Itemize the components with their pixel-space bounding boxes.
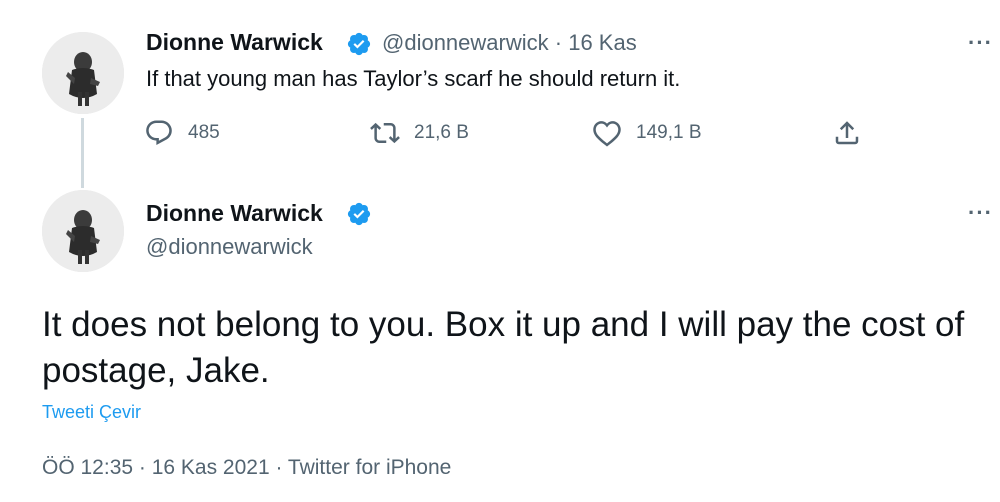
- tweet-timestamp-source[interactable]: ÖÖ 12:35 · 16 Kas 2021 · Twitter for iPh…: [42, 456, 451, 480]
- verified-badge-icon: [347, 32, 371, 56]
- tweet-text: It does not belong to you. Box it up and…: [42, 305, 965, 390]
- tweet-text: If that young man has Taylor’s scarf he …: [146, 66, 681, 91]
- separator-dot: ·: [554, 30, 563, 55]
- retweet-button[interactable]: 21,6 B: [370, 118, 469, 148]
- avatar[interactable]: [42, 32, 124, 114]
- more-options-button[interactable]: ···: [968, 200, 993, 226]
- retweet-icon: [370, 122, 400, 144]
- heart-icon: [593, 121, 621, 147]
- avatar-image: [42, 190, 124, 272]
- author-name[interactable]: Dionne Warwick: [146, 29, 323, 56]
- translate-tweet-link[interactable]: Tweeti Çevir: [42, 402, 141, 423]
- avatar[interactable]: [42, 190, 124, 272]
- thread-connector-line: [81, 118, 84, 188]
- retweet-count: 21,6 B: [414, 122, 469, 143]
- tweet-handle-and-date: @dionnewarwick · 16 Kas: [382, 30, 637, 56]
- reply-count: 485: [188, 122, 220, 143]
- author-handle[interactable]: @dionnewarwick: [146, 234, 313, 260]
- verified-badge-icon: [347, 202, 371, 226]
- reply-button[interactable]: 485: [144, 118, 220, 148]
- share-button[interactable]: [832, 118, 862, 148]
- like-count: 149,1 B: [636, 122, 702, 143]
- avatar-image: [42, 32, 124, 114]
- author-name[interactable]: Dionne Warwick: [146, 200, 323, 227]
- like-button[interactable]: 149,1 B: [592, 118, 702, 148]
- share-icon: [835, 121, 859, 145]
- more-options-button[interactable]: ···: [968, 30, 993, 56]
- reply-icon: [146, 120, 172, 146]
- tweet-date[interactable]: 16 Kas: [568, 30, 637, 55]
- author-handle[interactable]: @dionnewarwick: [382, 30, 549, 55]
